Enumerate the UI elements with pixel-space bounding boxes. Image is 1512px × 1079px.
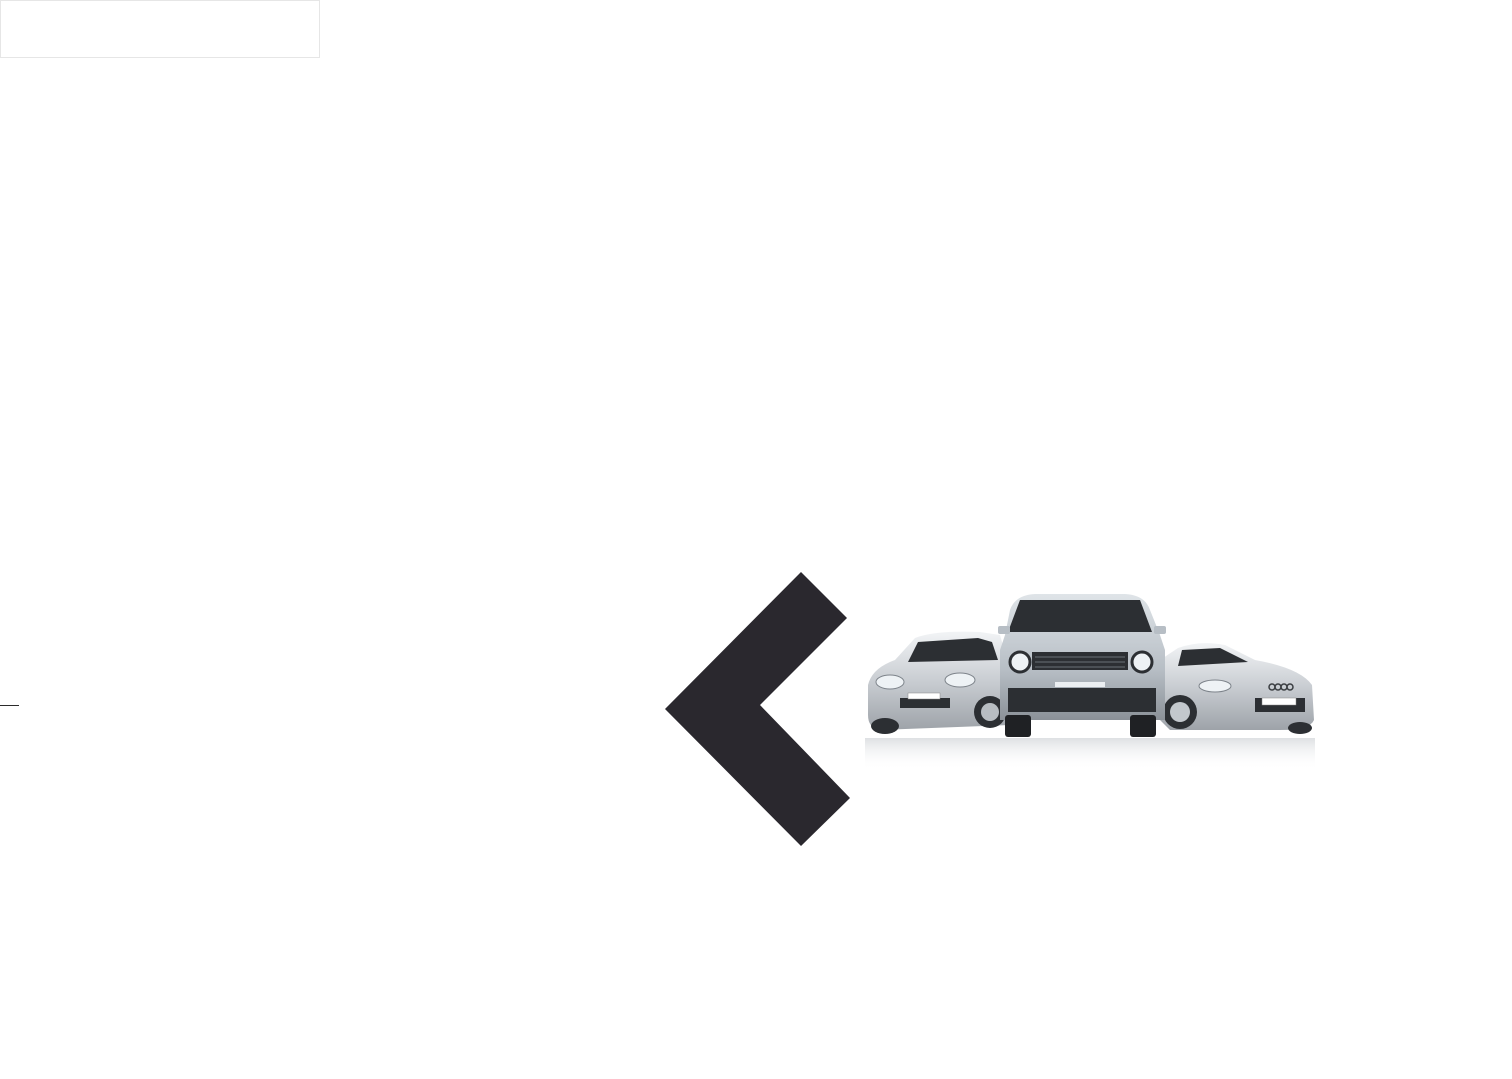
page bbox=[0, 0, 1512, 1079]
top-left-placeholder bbox=[0, 0, 320, 58]
left-edge-divider bbox=[0, 705, 19, 706]
suv-car bbox=[998, 594, 1166, 737]
ground-reflection bbox=[865, 738, 1315, 770]
cars-lineup-image bbox=[865, 594, 1315, 770]
chevron-left-shape bbox=[665, 572, 850, 846]
hatchback-car bbox=[868, 631, 1010, 734]
sports-coupe-car bbox=[1160, 643, 1314, 734]
chevron-left-icon[interactable] bbox=[664, 572, 854, 848]
